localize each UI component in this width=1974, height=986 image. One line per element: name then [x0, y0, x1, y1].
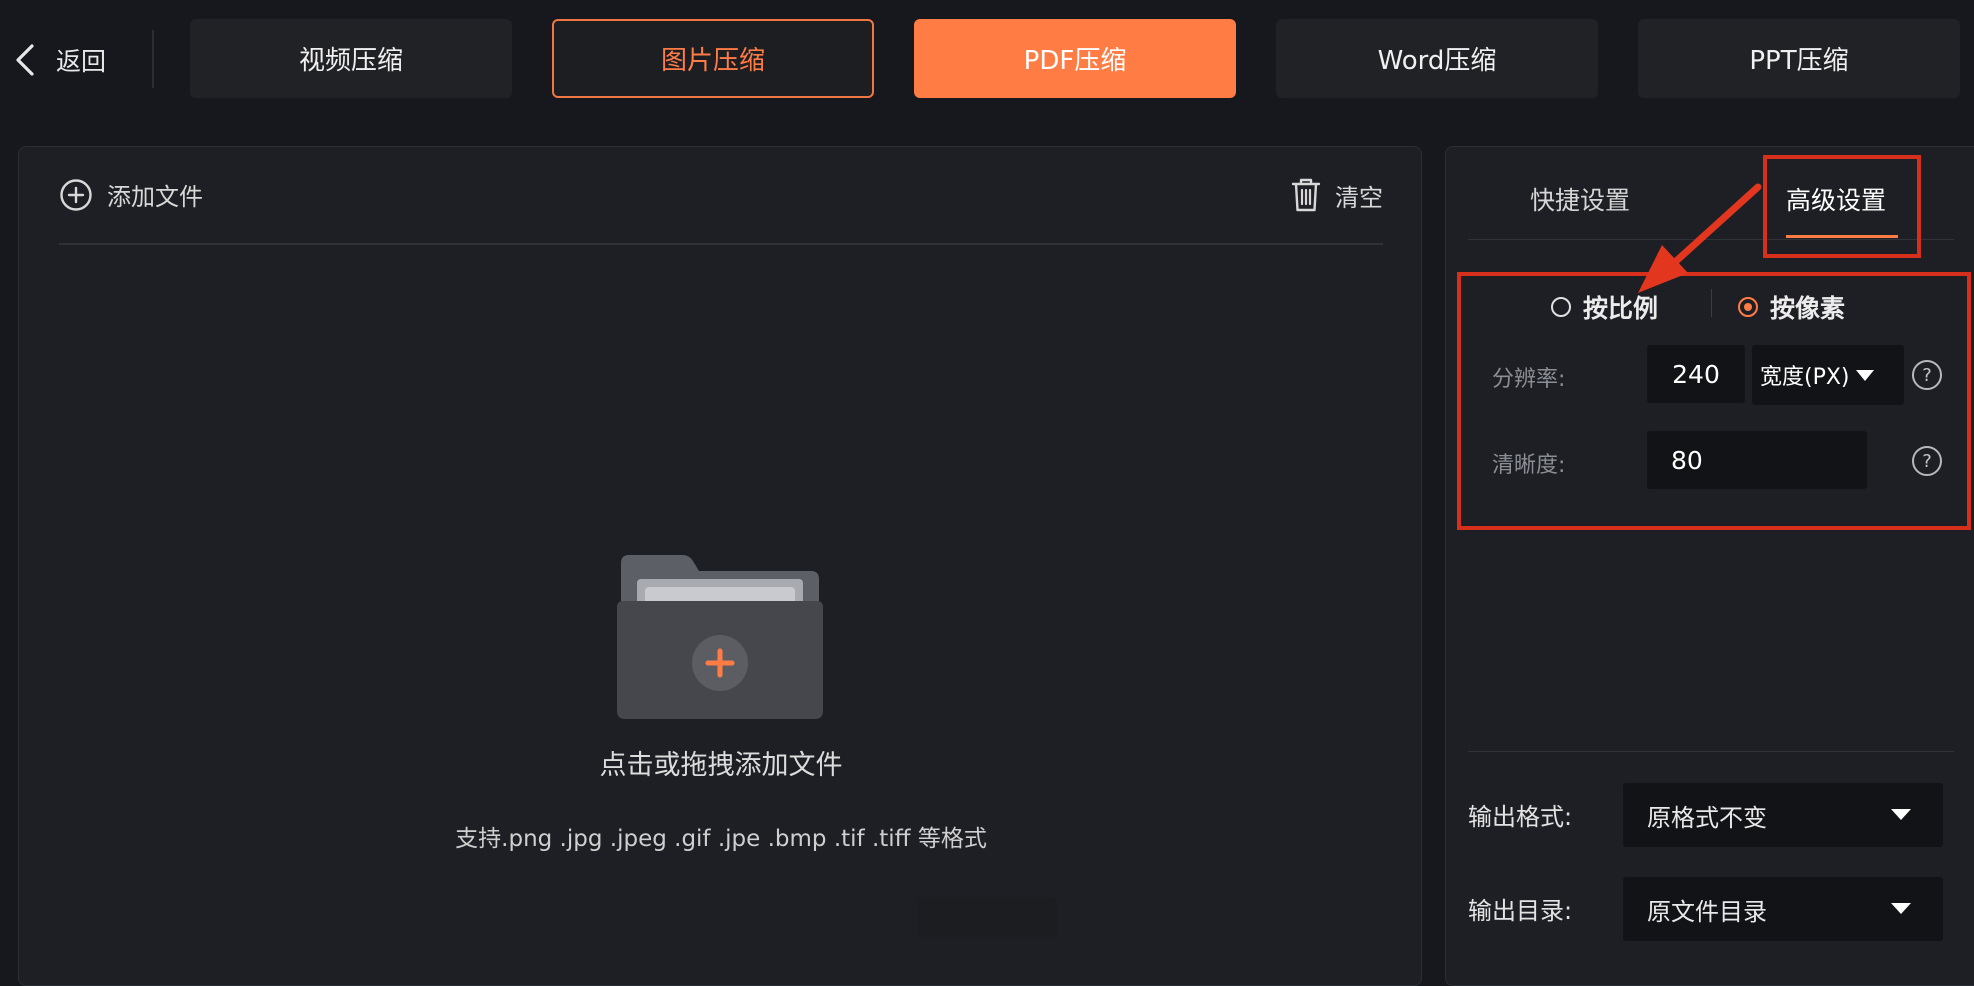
output-format-select[interactable]: 原格式不变 [1623, 783, 1943, 847]
tab-word-compress[interactable]: Word压缩 [1276, 19, 1598, 98]
tab-video-compress[interactable]: 视频压缩 [190, 19, 512, 98]
dropzone-format-hint: 支持.png .jpg .jpeg .gif .jpe .bmp .tif .t… [455, 826, 987, 852]
file-list-panel: 添加文件 清空 点击或拖拽添加文件 支持.png .jpg .jpeg .gif… [18, 146, 1422, 986]
tab-ppt-compress[interactable]: PPT压缩 [1638, 19, 1960, 98]
back-button[interactable]: 返回 [14, 38, 106, 82]
highlight-box-advanced-tab [1763, 155, 1921, 258]
top-nav-bar: 返回 视频压缩 图片压缩 PDF压缩 Word压缩 PPT压缩 [0, 0, 1974, 118]
caret-down-icon [1891, 903, 1911, 914]
add-file-label: 添加文件 [107, 183, 203, 211]
back-label: 返回 [56, 47, 107, 76]
tab-image-compress[interactable]: 图片压缩 [552, 19, 874, 98]
output-format-label: 输出格式: [1468, 803, 1573, 831]
output-format-value: 原格式不变 [1647, 803, 1767, 832]
tab-quick-settings[interactable]: 快捷设置 [1530, 181, 1630, 217]
add-folder-icon [617, 555, 823, 719]
output-dir-value: 原文件目录 [1647, 897, 1767, 926]
clear-label: 清空 [1335, 183, 1383, 212]
settings-panel: 快捷设置 高级设置 按比例 按像素 分辨率: 240 宽度(PX) ? 清晰度:… [1445, 146, 1974, 986]
highlight-box-settings [1457, 272, 1971, 530]
chevron-left-icon [16, 44, 34, 76]
output-divider [1468, 751, 1954, 752]
trash-icon [1291, 178, 1321, 212]
caret-down-icon [1891, 809, 1911, 820]
output-dir-label: 输出目录: [1468, 897, 1573, 925]
clear-button[interactable]: 清空 [1291, 177, 1383, 213]
tab-pdf-compress[interactable]: PDF压缩 [914, 19, 1236, 98]
nav-divider [152, 30, 154, 88]
faint-placeholder [917, 897, 1057, 937]
add-file-button[interactable]: 添加文件 [59, 177, 203, 212]
output-dir-select[interactable]: 原文件目录 [1623, 877, 1943, 941]
dropzone-title: 点击或拖拽添加文件 [599, 750, 843, 781]
annotation-arrow-icon [1638, 183, 1762, 293]
plus-circle-icon [60, 178, 92, 211]
